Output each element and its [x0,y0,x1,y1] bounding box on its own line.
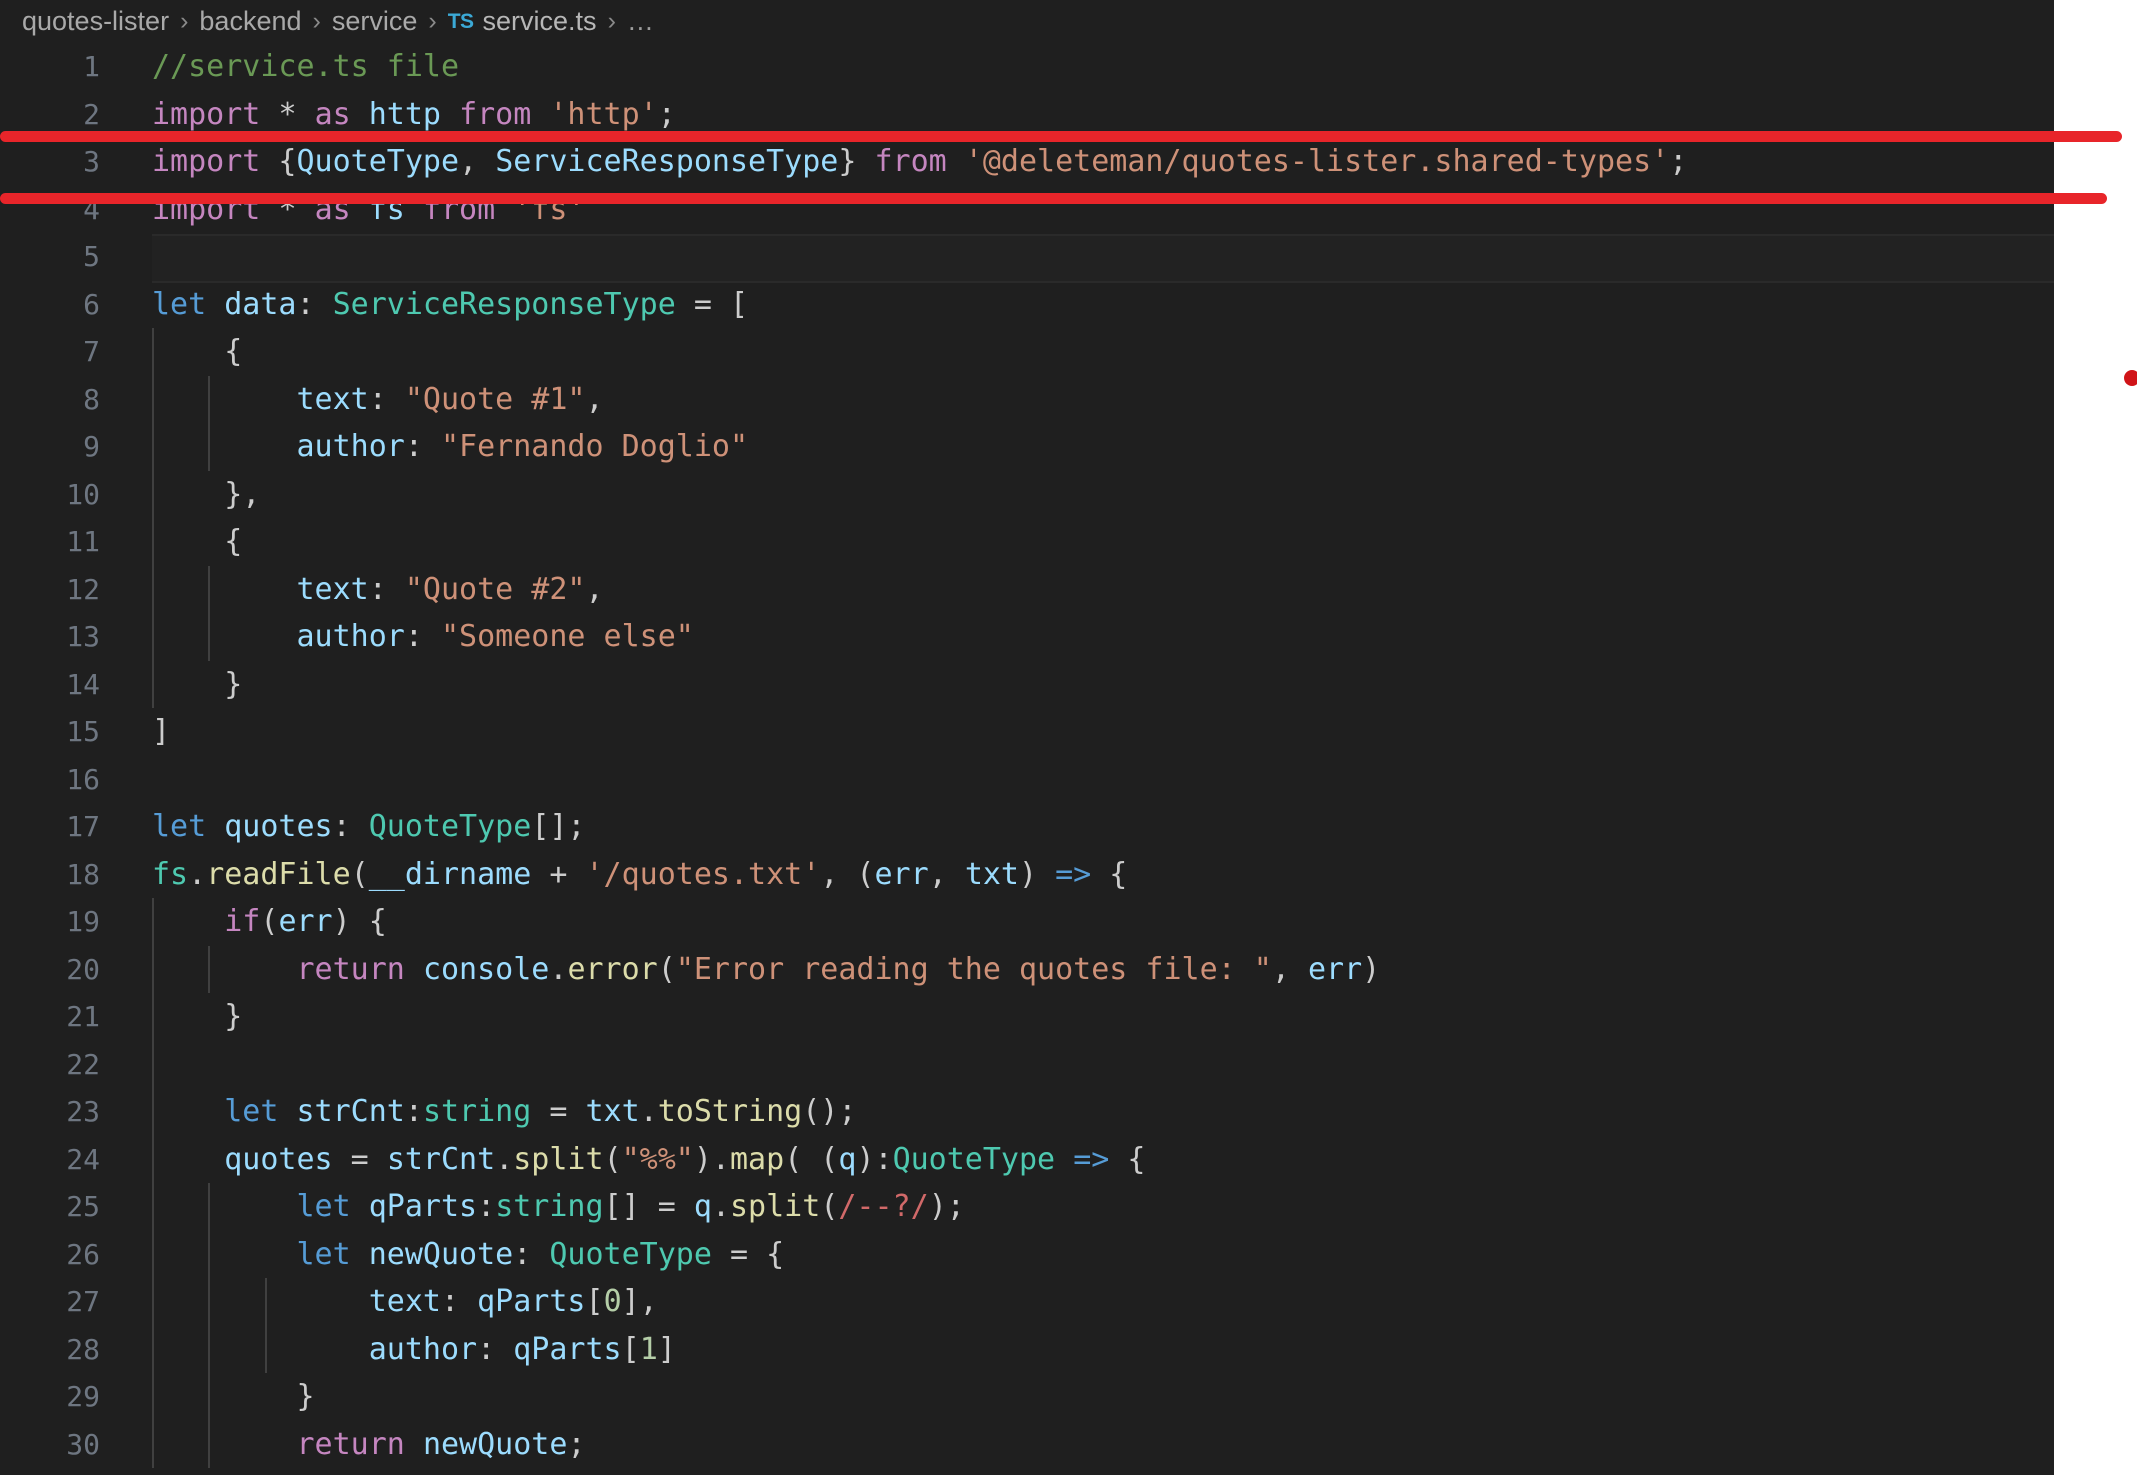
code-line[interactable]: 24 quotes = strCnt.split("%%").map( (q):… [0,1135,2054,1184]
breadcrumb-item-project[interactable]: quotes-lister [22,6,169,37]
code-line[interactable]: 14 } [0,660,2054,709]
code-line-text[interactable]: text: qParts[0], [152,1278,658,1326]
line-number: 1 [83,50,100,83]
code-content[interactable]: 1 //service.ts file 2 import * as http f… [0,43,2054,1475]
code-line[interactable]: 29 } [0,1373,2054,1421]
breadcrumb-separator-icon: › [180,7,189,35]
code-line-text[interactable]: ] [152,708,170,756]
code-line-text[interactable]: let quotes: QuoteType[]; [152,803,586,851]
code-line[interactable]: 8 text: "Quote #1", [0,375,2054,424]
line-number: 27 [66,1285,100,1318]
line-number: 26 [66,1237,100,1271]
line-number: 22 [66,1047,100,1081]
line-number: 16 [66,762,100,796]
typescript-file-icon: TS [447,9,474,33]
code-line[interactable]: 20 return console.error("Error reading t… [0,945,2054,994]
code-line[interactable]: 15 ] [0,708,2054,756]
code-line[interactable]: 16 [0,756,2054,804]
code-line-text[interactable]: author: "Someone else" [152,613,694,661]
code-line-text[interactable]: let newQuote: QuoteType = { [152,1231,785,1279]
code-line-text[interactable]: let data: ServiceResponseType = [ [152,281,748,329]
annotation-underline-bottom [0,193,2107,204]
line-number: 7 [83,335,100,368]
current-line-highlight [152,234,2054,283]
line-number: 18 [66,857,100,891]
code-line[interactable]: 1 //service.ts file [0,43,2054,91]
line-number: 15 [66,715,100,748]
line-number: 28 [66,1332,100,1366]
code-line-text[interactable]: { [152,518,242,566]
code-line[interactable]: 26 let newQuote: QuoteType = { [0,1230,2054,1279]
code-line-text[interactable]: } [152,661,242,709]
breadcrumb-separator-icon: › [312,7,321,35]
code-line[interactable]: 6 let data: ServiceResponseType = [ [0,281,2054,329]
indent-guide [152,1040,154,1088]
breadcrumb-item-backend[interactable]: backend [199,6,301,37]
code-line[interactable]: 3 import {QuoteType, ServiceResponseType… [0,138,2054,186]
breadcrumb-symbol-ellipsis[interactable]: … [627,6,654,37]
line-number: 21 [66,1000,100,1033]
code-line[interactable]: 10 }, [0,470,2054,519]
line-number: 13 [66,620,100,653]
code-line-text[interactable]: return newQuote; [152,1421,586,1469]
code-line-text[interactable]: //service.ts file [152,43,459,91]
code-line[interactable]: 17 let quotes: QuoteType[]; [0,803,2054,851]
line-number: 12 [66,572,100,606]
code-line[interactable]: 9 author: "Fernando Doglio" [0,423,2054,471]
line-number: 9 [83,430,100,463]
code-line-text[interactable]: } [152,1373,314,1421]
breadcrumb-item-file[interactable]: service.ts [483,6,597,37]
code-line-current[interactable]: 5 [0,233,2054,283]
line-number: 14 [66,667,100,701]
line-number: 8 [83,382,100,416]
code-line[interactable]: 11 { [0,518,2054,566]
code-line-text[interactable]: return console.error("Error reading the … [152,946,1381,994]
code-line-text[interactable]: } [152,993,242,1041]
line-number: 23 [66,1095,100,1128]
line-number: 5 [83,240,100,273]
code-line[interactable]: 7 { [0,328,2054,376]
line-number: 24 [66,1142,100,1176]
line-number: 10 [66,477,100,511]
breadcrumb-separator-icon: › [428,7,437,35]
code-line-text[interactable]: text: "Quote #1", [152,376,604,424]
line-number: 25 [66,1190,100,1223]
code-line-text[interactable]: let strCnt:string = txt.toString(); [152,1088,856,1136]
line-number: 17 [66,810,100,843]
line-number: 29 [66,1380,100,1413]
breadcrumb-separator-icon: › [607,7,616,35]
breadcrumb-item-service[interactable]: service [332,6,418,37]
code-line-text[interactable]: author: qParts[1] [152,1326,676,1374]
code-line-text[interactable]: author: "Fernando Doglio" [152,423,749,471]
code-line[interactable]: 27 text: qParts[0], [0,1278,2054,1326]
code-line[interactable]: 19 if(err) { [0,898,2054,946]
code-line-text[interactable]: import {QuoteType, ServiceResponseType} … [152,138,1687,186]
line-number: 19 [66,905,100,938]
line-number: 3 [83,145,100,178]
code-line-text[interactable]: { [152,328,242,376]
code-line[interactable]: 12 text: "Quote #2", [0,565,2054,614]
code-line-text[interactable]: fs.readFile(__dirname + '/quotes.txt', (… [152,851,1127,899]
code-line-text[interactable]: }, [152,471,260,519]
code-line[interactable]: 21 } [0,993,2054,1041]
code-line[interactable]: 25 let qParts:string[] = q.split(/--?/); [0,1183,2054,1231]
code-line-text[interactable]: if(err) { [152,898,387,946]
code-line[interactable]: 23 let strCnt:string = txt.toString(); [0,1088,2054,1136]
code-line-text[interactable]: text: "Quote #2", [152,566,604,614]
code-line[interactable]: 13 author: "Someone else" [0,613,2054,661]
code-line[interactable]: 28 author: qParts[1] [0,1325,2054,1374]
code-line[interactable]: 18 fs.readFile(__dirname + '/quotes.txt'… [0,851,2054,899]
line-number: 6 [83,287,100,321]
annotation-dot-marker [2124,370,2137,386]
line-number: 20 [66,952,100,986]
line-number: 11 [66,525,100,558]
code-line[interactable]: 22 [0,1040,2054,1088]
code-line[interactable]: 30 return newQuote; [0,1420,2054,1469]
breadcrumb[interactable]: quotes-lister › backend › service › TS s… [0,0,2054,43]
line-number: 30 [66,1427,100,1461]
code-editor-pane[interactable]: quotes-lister › backend › service › TS s… [0,0,2054,1475]
annotation-underline-top [0,131,2122,142]
code-line-text[interactable]: let qParts:string[] = q.split(/--?/); [152,1183,965,1231]
code-line-text[interactable]: quotes = strCnt.split("%%").map( (q):Quo… [152,1136,1145,1184]
